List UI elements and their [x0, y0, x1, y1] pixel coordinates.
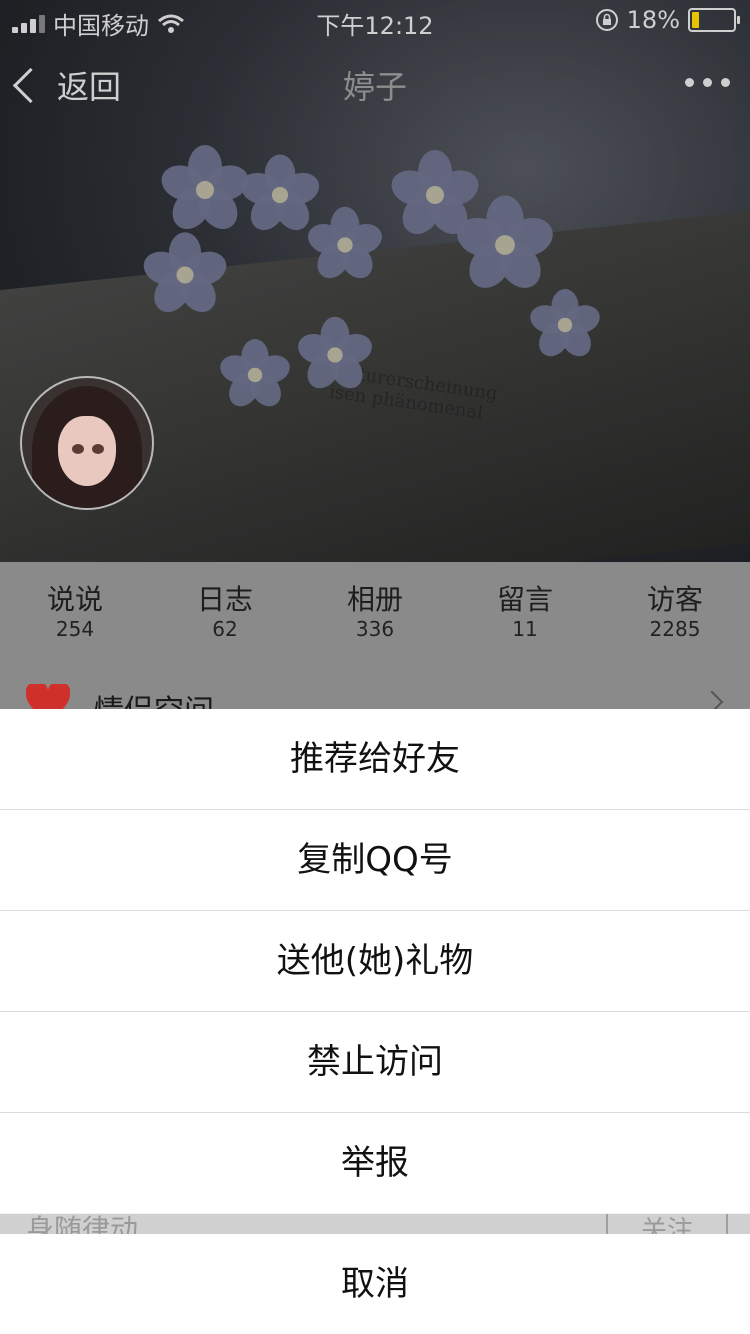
stat-rizhi[interactable]: 日志 62 [150, 562, 300, 662]
stat-liuyan[interactable]: 留言 11 [450, 562, 600, 662]
report-button[interactable]: 举报 [0, 1113, 750, 1213]
battery-fill [692, 12, 699, 28]
background-peek-label: 身随律动 [26, 1214, 139, 1234]
stat-fangke[interactable]: 访客 2285 [600, 562, 750, 662]
rotation-lock-icon [595, 9, 618, 31]
stat-value: 254 [55, 617, 95, 641]
sheet-separator: 身随律动 关注 [0, 1214, 750, 1234]
stat-label: 说说 [46, 583, 103, 616]
stat-value: 2285 [649, 617, 701, 641]
stat-label: 访客 [646, 583, 703, 616]
avatar[interactable] [20, 376, 154, 510]
stat-label: 相册 [346, 583, 403, 616]
cancel-button[interactable]: 取消 [0, 1234, 750, 1334]
block-access-button[interactable]: 禁止访问 [0, 1012, 750, 1113]
stat-shuoshuo[interactable]: 说说 254 [0, 562, 150, 662]
status-right: 18% [595, 6, 740, 34]
copy-qq-number-button[interactable]: 复制QQ号 [0, 810, 750, 911]
page-title: 婷子 [342, 68, 407, 106]
stat-label: 日志 [196, 583, 253, 616]
stat-value: 336 [355, 617, 395, 641]
battery-icon [688, 8, 740, 32]
send-gift-button[interactable]: 送他(她)礼物 [0, 911, 750, 1012]
stat-label: 留言 [496, 583, 553, 616]
stat-value: 62 [212, 617, 238, 641]
nav-bar: 返回 婷子 [0, 40, 750, 128]
couple-space-row[interactable]: 情侣空间 [0, 662, 750, 729]
stats-bar: 说说 254 日志 62 相册 336 留言 11 访客 2285 [0, 562, 750, 663]
background-follow-button: 关注 [606, 1214, 728, 1234]
more-icon[interactable] [685, 78, 730, 87]
status-bar: 中国移动 下午12:12 18% [0, 0, 750, 40]
action-sheet: 推荐给好友 复制QQ号 送他(她)礼物 禁止访问 举报 [0, 709, 750, 1213]
stat-value: 11 [512, 617, 538, 641]
recommend-to-friend-button[interactable]: 推荐给好友 [0, 709, 750, 810]
battery-percent: 18% [626, 6, 680, 34]
stat-xiangce[interactable]: 相册 336 [300, 562, 450, 662]
